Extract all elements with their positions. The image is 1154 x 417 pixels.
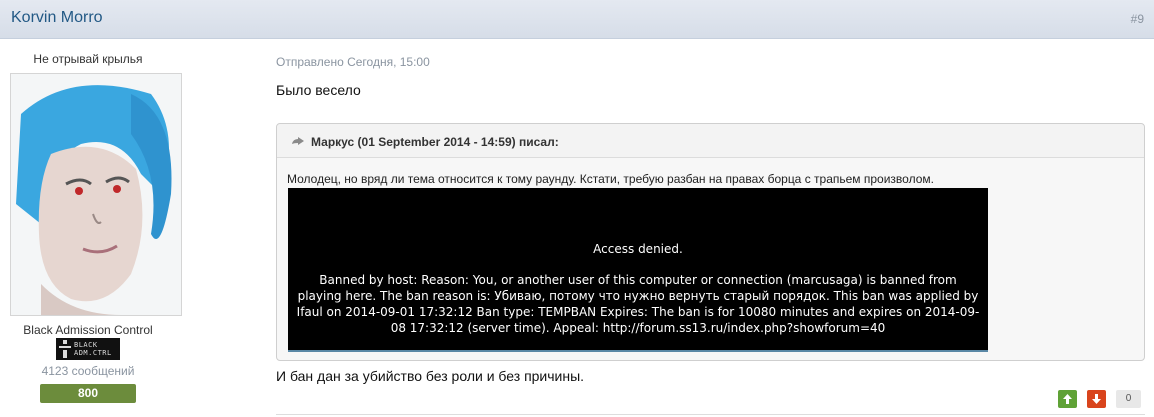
- author-sidebar: Не отрывай крылья Black Admission Contro…: [0, 38, 182, 417]
- group-badge-text: BLACK ADM.CTRL: [74, 341, 112, 357]
- user-title: Не отрывай крылья: [33, 52, 143, 66]
- quote-header: Маркус (01 September 2014 - 14:59) писал…: [277, 124, 1144, 158]
- ban-message: Banned by host: Reason: You, or another …: [296, 273, 980, 335]
- quote-block: Маркус (01 September 2014 - 14:59) писал…: [276, 123, 1145, 361]
- arrow-down-icon: [1092, 394, 1101, 404]
- arrow-up-icon: [1063, 394, 1072, 404]
- rating-count: 0: [1116, 390, 1141, 408]
- post-number-link[interactable]: #9: [1131, 12, 1144, 26]
- post-text-after: И бан дан за убийство без роли и без при…: [276, 368, 585, 384]
- user-group: Black Admission Control: [23, 323, 153, 337]
- rate-down-button[interactable]: [1087, 390, 1106, 408]
- post-text-before: Было весело: [276, 82, 361, 98]
- post-header: Korvin Morro #9: [0, 0, 1154, 39]
- post-date: Отправлено Сегодня, 15:00: [276, 55, 430, 69]
- reputation-badge: 800: [40, 384, 136, 403]
- avatar[interactable]: [10, 73, 182, 316]
- author-name-link[interactable]: Korvin Morro: [11, 9, 103, 27]
- quote-text: Молодец, но вряд ли тема относится к том…: [287, 172, 934, 186]
- post-count: 4123 сообщений: [41, 364, 135, 378]
- access-denied-title: Access denied.: [593, 242, 683, 256]
- quote-icon: [291, 135, 305, 153]
- avatar-image: [11, 74, 181, 315]
- quote-citation[interactable]: Маркус (01 September 2014 - 14:59) писал…: [311, 135, 559, 149]
- rate-up-button[interactable]: [1058, 390, 1077, 408]
- quote-screenshot-image[interactable]: Access denied. Banned by host: Reason: Y…: [288, 188, 988, 352]
- group-badge-icon: BLACK ADM.CTRL: [56, 338, 120, 360]
- post-divider: [276, 414, 1145, 415]
